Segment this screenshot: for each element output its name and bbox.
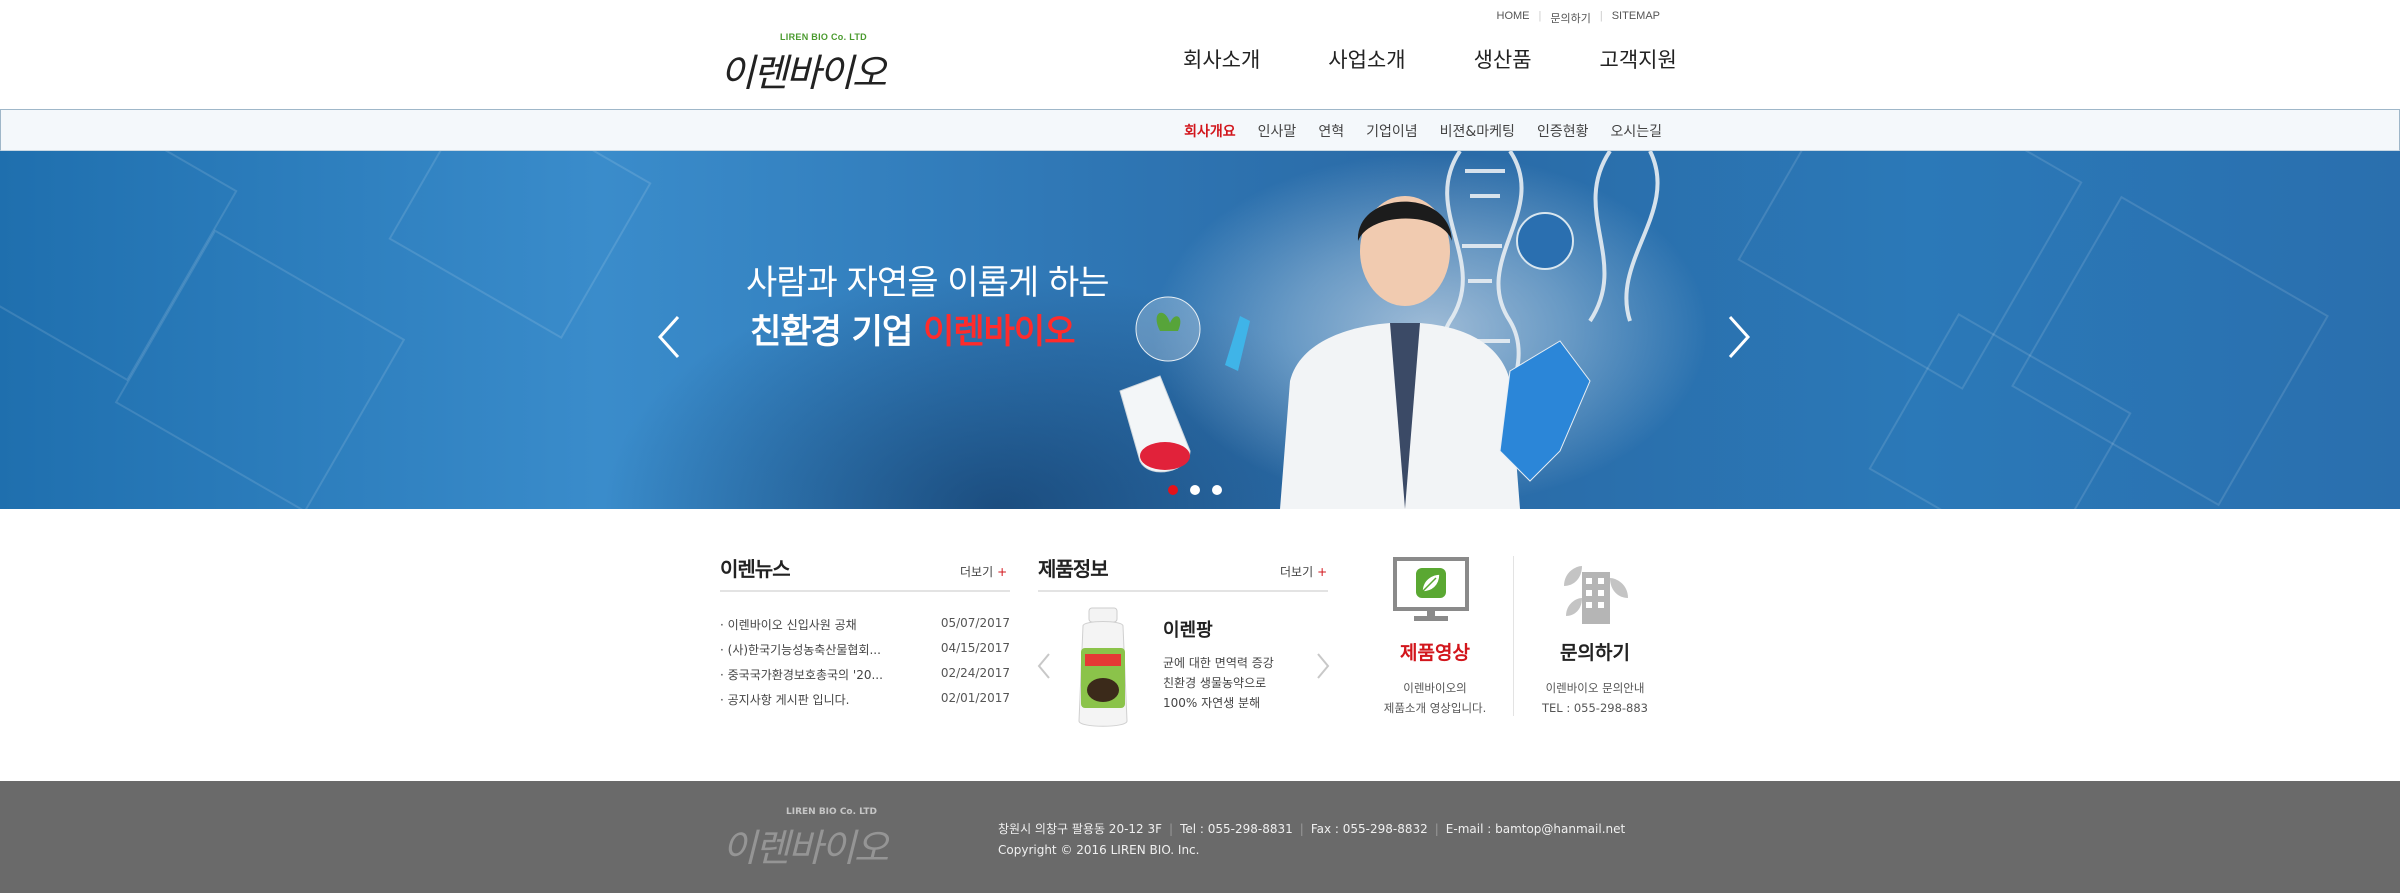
inquiry-desc-line: TEL : 055-298-883: [1541, 701, 1649, 715]
footer-email[interactable]: E-mail : bamtop@hanmail.net: [1446, 822, 1625, 836]
footer-separator: |: [1299, 822, 1304, 836]
news-item-date: 02/24/2017: [940, 666, 1010, 680]
subnav-item-vision[interactable]: 비젼&마케팅: [1440, 121, 1515, 141]
inquiry-title: 문의하기: [1560, 642, 1630, 664]
footer-fax: Fax : 055-298-8832: [1310, 822, 1428, 836]
news-item-date: 04/15/2017: [940, 641, 1010, 655]
footer-separator: |: [1169, 822, 1174, 836]
microscope-icon: [1499, 340, 1591, 482]
subnav-item-directions[interactable]: 오시는길: [1610, 121, 1662, 141]
video-desc-line: 제품소개 영상입니다.: [1383, 701, 1487, 715]
product-desc-line: 친환경 생물농약으로: [1163, 676, 1267, 690]
monitor-leaf-icon: [1393, 557, 1469, 621]
slide-dot-3[interactable]: [1212, 485, 1222, 495]
news-item[interactable]: · (사)한국기능성농축산물협회... 04/15/2017: [720, 641, 1010, 666]
util-inquiry-link[interactable]: 문의하기: [1541, 10, 1599, 26]
nav-company[interactable]: 회사소개: [1183, 44, 1260, 74]
utility-links: HOME | 문의하기 | SITEMAP: [1488, 10, 1670, 26]
news-item-title: · 중국국가환경보호총국의 '20...: [720, 668, 883, 682]
subnav-item-overview[interactable]: 회사개요: [1184, 121, 1236, 141]
plus-icon: +: [1317, 565, 1328, 579]
page: LIREN BIO Co. LTD 이렌바이오 HOME | 문의하기 | SI…: [0, 0, 2400, 893]
nav-support[interactable]: 고객지원: [1600, 44, 1677, 74]
product-desc-line: 균에 대한 면역력 증강: [1163, 656, 1274, 670]
subnav-item-philosophy[interactable]: 기업이념: [1366, 121, 1418, 141]
banner-headline-brand: 이렌바이오: [923, 312, 1075, 352]
product-desc-line: 100% 자연생 분해: [1163, 696, 1261, 710]
news-item-title: · 공지사항 게시판 입니다.: [720, 693, 850, 707]
next-slide-arrow-icon[interactable]: [1718, 311, 1758, 363]
video-desc-line: 이렌바이오의: [1403, 681, 1467, 695]
product-prev-arrow-icon[interactable]: [1036, 652, 1052, 680]
inquiry-desc-line: 이렌바이오 문의안내: [1545, 681, 1645, 695]
divider: [1513, 556, 1514, 716]
util-home-link[interactable]: HOME: [1488, 10, 1539, 26]
inquiry-description: 이렌바이오 문의안내 TEL : 055-298-883: [1520, 678, 1670, 718]
footer-tel: Tel : 055-298-8831: [1180, 822, 1293, 836]
logo-korean-text: 이렌바이오: [720, 51, 887, 95]
prev-slide-arrow-icon[interactable]: [650, 311, 690, 363]
news-item-title-text: 공지사항 게시판 입니다.: [727, 693, 850, 707]
logo-english-text: LIREN BIO Co. LTD: [780, 32, 867, 42]
product-bottle-image[interactable]: [1075, 606, 1135, 731]
globe-icon: [1516, 212, 1574, 270]
site-logo[interactable]: LIREN BIO Co. LTD 이렌바이오: [720, 30, 900, 95]
video-description: 이렌바이오의 제품소개 영상입니다.: [1360, 678, 1510, 718]
product-name[interactable]: 이렌팡: [1163, 616, 1213, 642]
news-more-link[interactable]: 더보기 +: [960, 563, 1007, 580]
news-item-title-text: 이렌바이오 신입사원 공채: [727, 618, 857, 632]
plus-icon: +: [997, 565, 1008, 579]
divider: [720, 590, 1010, 592]
sub-navigation: 회사개요 인사말 연혁 기업이념 비젼&마케팅 인증현황 오시는길: [0, 109, 2400, 151]
news-item-title: · (사)한국기능성농축산물협회...: [720, 643, 881, 657]
main-navigation: 회사소개 사업소개 생산품 고객지원: [1183, 44, 1677, 74]
subnav-item-history[interactable]: 연혁: [1318, 121, 1344, 141]
news-item[interactable]: · 공지사항 게시판 입니다. 02/01/2017: [720, 691, 1010, 716]
news-item-title-text: 중국국가환경보호총국의 '20...: [727, 668, 883, 682]
slide-indicators: [1168, 485, 1222, 495]
footer-info: 창원시 의창구 팔용동 20-12 3F | Tel : 055-298-8831 |…: [998, 819, 1625, 861]
banner-headline-2: 친환경 기업 이렌바이오: [750, 304, 1075, 353]
nav-products[interactable]: 생산품: [1474, 44, 1532, 74]
subnav-item-greeting[interactable]: 인사말: [1258, 121, 1297, 141]
banner-headline-1: 사람과 자연을 이롭게 하는: [746, 263, 1110, 303]
site-header: LIREN BIO Co. LTD 이렌바이오 HOME | 문의하기 | SI…: [0, 0, 2400, 109]
nav-business[interactable]: 사업소개: [1328, 44, 1405, 74]
slide-dot-1[interactable]: [1168, 485, 1178, 495]
flask-liquid: [1140, 442, 1190, 470]
news-item-title-text: (사)한국기능성농축산물협회...: [727, 643, 881, 657]
subnav-item-certification[interactable]: 인증현황: [1537, 121, 1589, 141]
scientist-illustration: [1119, 151, 1660, 509]
news-item-date: 05/07/2017: [940, 616, 1010, 630]
news-list: · 이렌바이오 신입사원 공채 05/07/2017 · (사)한국기능성농축산…: [720, 616, 1010, 716]
footer-contact-line: 창원시 의창구 팔용동 20-12 3F | Tel : 055-298-8831 |…: [998, 819, 1625, 840]
banner-headline-prefix: 친환경 기업: [750, 312, 924, 352]
video-title: 제품영상: [1400, 642, 1470, 664]
building-icon: [1564, 566, 1628, 624]
news-item[interactable]: · 중국국가환경보호총국의 '20... 02/24/2017: [720, 666, 1010, 691]
footer-logo: LIREN BIO Co. LTD 이렌바이오: [720, 807, 910, 870]
news-item[interactable]: · 이렌바이오 신입사원 공채 05/07/2017: [720, 616, 1010, 641]
util-sitemap-link[interactable]: SITEMAP: [1603, 10, 1669, 26]
hero-banner: 사람과 자연을 이롭게 하는 친환경 기업 이렌바이오: [0, 151, 2400, 509]
site-footer: LIREN BIO Co. LTD 이렌바이오 창원시 의창구 팔용동 20-1…: [0, 781, 2400, 893]
slide-dot-2[interactable]: [1190, 485, 1200, 495]
news-more-label: 더보기: [960, 565, 994, 579]
test-tube-icon: [1225, 316, 1250, 371]
news-title: 이렌뉴스: [720, 557, 791, 581]
footer-logo-korean: 이렌바이오: [722, 826, 889, 870]
footer-copyright: Copyright © 2016 LIREN BIO. Inc.: [998, 843, 1200, 857]
divider: [1038, 590, 1328, 592]
product-title: 제품정보: [1038, 557, 1109, 581]
footer-separator: |: [1434, 822, 1439, 836]
product-description: 균에 대한 면역력 증강 친환경 생물농약으로 100% 자연생 분해: [1163, 653, 1323, 713]
news-item-date: 02/01/2017: [940, 691, 1010, 705]
product-more-label: 더보기: [1280, 565, 1314, 579]
footer-address: 창원시 의창구 팔용동 20-12 3F: [998, 822, 1163, 836]
product-more-link[interactable]: 더보기 +: [1280, 563, 1327, 580]
footer-logo-english: LIREN BIO Co. LTD: [786, 807, 878, 817]
news-item-title: · 이렌바이오 신입사원 공채: [720, 618, 857, 632]
